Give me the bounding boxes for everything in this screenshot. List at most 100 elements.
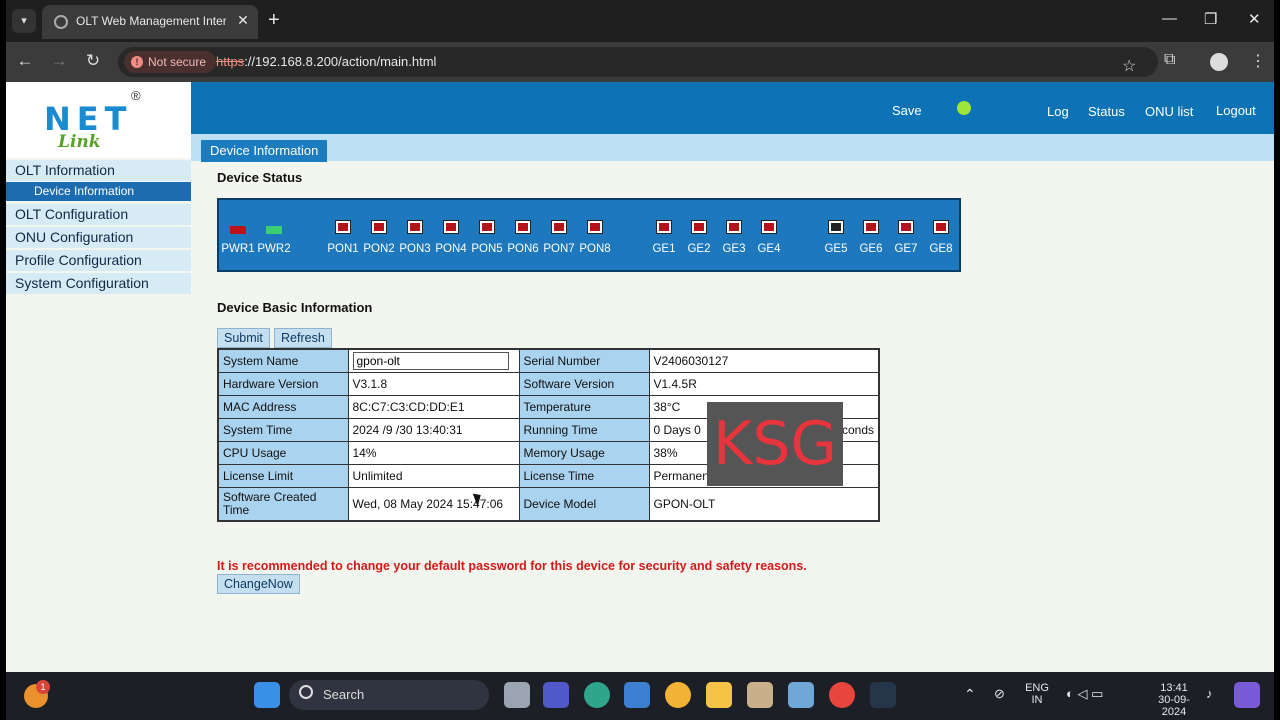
hardware-version-label: Hardware Version (217, 371, 349, 396)
license-time-label: License Time (518, 463, 650, 488)
ethernet-port-icon (691, 220, 707, 234)
running-time-label: Running Time (518, 417, 650, 442)
volume-icon[interactable]: ◐ ◁ ▭ (1066, 686, 1103, 702)
extensions-icon[interactable]: ⧉ (1164, 51, 1175, 69)
tab-close-icon[interactable]: ✕ (234, 12, 252, 29)
port-pon6[interactable]: PON6 (505, 220, 541, 255)
port-pon7[interactable]: PON7 (541, 220, 577, 255)
table-row: System Name Serial Number V2406030127 (217, 348, 880, 373)
snipping-tool-icon[interactable] (870, 682, 896, 708)
not-secure-badge[interactable]: ! Not secure (124, 51, 217, 73)
save-link[interactable]: Save (892, 103, 922, 118)
restore-icon[interactable]: ❐ (1204, 10, 1217, 28)
back-icon[interactable]: ← (14, 51, 36, 71)
sidebar-item-device-information[interactable]: Device Information (6, 182, 191, 201)
sidebar-item-onu-configuration[interactable]: ONU Configuration (6, 227, 191, 248)
globe-icon (54, 15, 68, 29)
omnibox[interactable]: ! Not secure https://192.168.8.200/actio… (118, 47, 1158, 77)
change-now-button[interactable]: ChangeNow (217, 574, 300, 594)
warning-icon: ! (131, 56, 143, 68)
system-name-input[interactable] (352, 351, 509, 370)
port-ge7[interactable]: GE7 (888, 220, 924, 255)
app-icon[interactable] (665, 682, 691, 708)
log-link[interactable]: Log (1047, 104, 1069, 119)
sidebar-item-olt-configuration[interactable]: OLT Configuration (6, 204, 191, 225)
submit-button[interactable]: Submit (217, 328, 270, 348)
port-pon2[interactable]: PON2 (361, 220, 397, 255)
port-pwr2: PWR2 (256, 220, 292, 255)
sidebar-item-profile-configuration[interactable]: Profile Configuration (6, 250, 191, 271)
netlink-logo: NET Link ® (6, 82, 191, 158)
ethernet-port-icon (335, 220, 351, 234)
port-pon3[interactable]: PON3 (397, 220, 433, 255)
store-icon[interactable] (624, 682, 650, 708)
port-label: PWR2 (257, 243, 291, 255)
language-indicator[interactable]: ENG IN (1024, 682, 1050, 706)
browser-menu-icon[interactable]: ⋮ (1250, 51, 1266, 71)
port-ge8[interactable]: GE8 (923, 220, 959, 255)
browser-tab[interactable]: OLT Web Management Interface ✕ (42, 5, 258, 39)
chrome-icon[interactable] (829, 682, 855, 708)
device-model-label: Device Model (518, 486, 650, 522)
port-ge5[interactable]: GE5 (818, 220, 854, 255)
reload-icon[interactable]: ↻ (82, 51, 104, 71)
remote-desktop-icon[interactable] (788, 682, 814, 708)
copilot-icon[interactable] (1234, 682, 1260, 708)
logout-link[interactable]: Logout (1216, 103, 1256, 118)
license-limit-value: Unlimited (347, 463, 520, 488)
start-windows-icon[interactable] (254, 682, 280, 708)
photos-icon[interactable] (747, 682, 773, 708)
top-navigation: Save Log Status ONU list Logout (191, 82, 1274, 134)
pwr1-led (230, 226, 246, 234)
sidebar-item-olt-information[interactable]: OLT Information (6, 160, 191, 181)
port-label: GE2 (687, 243, 711, 255)
clock-time: 13:41 (1160, 682, 1188, 694)
password-warning: It is recommended to change your default… (217, 559, 807, 573)
port-pon8[interactable]: PON8 (577, 220, 613, 255)
status-link[interactable]: Status (1088, 104, 1125, 119)
browser-window: ▾ OLT Web Management Interface ✕ + — ❐ ✕… (6, 0, 1274, 720)
ethernet-port-icon (587, 220, 603, 234)
taskbar-search[interactable]: Search (289, 680, 489, 710)
basic-info-heading: Device Basic Information (217, 300, 373, 315)
edge-icon[interactable] (584, 682, 610, 708)
refresh-button[interactable]: Refresh (274, 328, 332, 348)
port-ge2[interactable]: GE2 (681, 220, 717, 255)
minimize-icon[interactable]: — (1162, 10, 1177, 27)
running-time-start: 0 Days 0 (653, 422, 701, 437)
port-ge6[interactable]: GE6 (853, 220, 889, 255)
port-label: GE3 (722, 243, 746, 255)
port-ge3[interactable]: GE3 (716, 220, 752, 255)
clock-date: 30-09-2024 (1158, 694, 1190, 718)
notification-bell-icon[interactable]: ♪ (1206, 686, 1213, 701)
breadcrumb-device-information[interactable]: Device Information (201, 140, 328, 162)
not-secure-label: Not secure (148, 55, 207, 69)
file-explorer-icon[interactable] (706, 682, 732, 708)
breadcrumb-bar: Device Information (191, 134, 1274, 162)
port-label: GE5 (824, 243, 848, 255)
clock[interactable]: 13:41 30-09-2024 (1146, 682, 1202, 718)
new-tab-button[interactable]: + (268, 10, 280, 30)
port-pon5[interactable]: PON5 (469, 220, 505, 255)
close-window-icon[interactable]: ✕ (1248, 10, 1261, 28)
port-pon4[interactable]: PON4 (433, 220, 469, 255)
table-row: Hardware Version V3.1.8 Software Version… (217, 371, 880, 396)
chevron-up-icon[interactable]: ⌃ (964, 686, 976, 703)
windows-taskbar: 1 Search ⌃ ⊘ ENG IN ◐ ◁ ▭ 13:41 30-09-20… (6, 672, 1274, 720)
port-pon1[interactable]: PON1 (325, 220, 361, 255)
teams-icon[interactable] (543, 682, 569, 708)
tab-search-icon[interactable]: ▾ (12, 9, 36, 33)
sidebar-item-system-configuration[interactable]: System Configuration (6, 273, 191, 294)
bookmark-star-icon[interactable]: ☆ (1122, 56, 1136, 76)
ethernet-port-icon (551, 220, 567, 234)
task-view-icon[interactable] (504, 682, 530, 708)
port-label: PON6 (507, 243, 539, 255)
network-off-icon[interactable]: ⊘ (994, 686, 1005, 702)
port-ge1[interactable]: GE1 (646, 220, 682, 255)
profile-avatar-icon[interactable] (1210, 53, 1228, 71)
onu-list-link[interactable]: ONU list (1145, 104, 1193, 119)
url-text[interactable]: https://192.168.8.200/action/main.html (216, 54, 436, 69)
forward-icon[interactable]: → (48, 51, 70, 71)
port-ge4[interactable]: GE4 (751, 220, 787, 255)
ethernet-port-icon (407, 220, 423, 234)
